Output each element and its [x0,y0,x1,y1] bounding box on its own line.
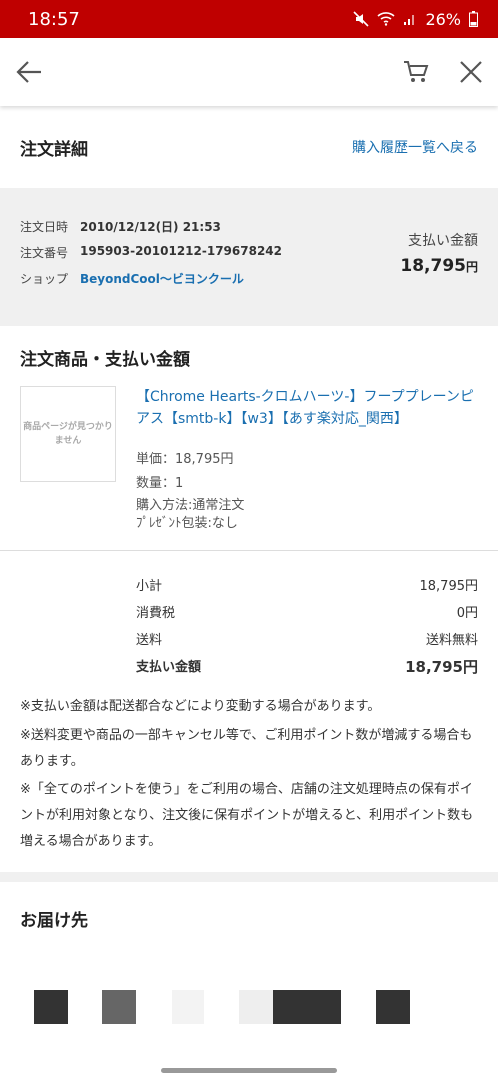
product-quantity: 数量：1 [136,476,184,491]
order-date-label: 注文日時 [20,220,69,234]
subtotal-value: 18,795円 [419,579,479,594]
total-label: 支払い金額 [136,660,202,675]
order-number-label: 注文番号 [20,246,69,260]
products-section-title: 注文商品・支払い金額 [20,350,190,370]
section-gap [0,314,498,326]
page-title: 注文詳細 [20,139,88,160]
product-name-link[interactable]: 【Chrome Hearts-クロムハーツ-】フーププレーンピアス【smtb-k… [136,386,482,430]
signal-icon [404,15,415,25]
cart-icon[interactable] [402,58,430,86]
status-bar: 18:57 26% [0,0,498,38]
tax-row: 消費税 0円 [136,602,478,621]
status-time: 18:57 [28,8,80,30]
order-number-value: 195903-20101212-179678242 [80,244,283,258]
back-arrow-icon[interactable] [14,57,44,87]
shop-link[interactable]: BeyondCool〜ビヨンクール [80,270,244,287]
wifi-icon [377,12,395,26]
tax-label: 消費税 [136,606,176,621]
delivery-section-title: お届け先 [20,911,88,931]
shop-label: ショップ [20,272,69,286]
order-detail-header: 注文詳細 購入履歴一覧へ戻る [0,106,498,188]
home-indicator[interactable] [161,1068,337,1073]
shipping-row: 送料 送料無料 [136,629,478,648]
total-row: 支払い金額 18,795円 [136,656,478,677]
subtotal-row: 小計 18,795円 [136,575,478,594]
note-text: ※「全てのポイントを使う」をご利用の場合、店舗の注文処理時点の保有ポイントが利用… [20,782,474,849]
order-date-value: 2010/12/12(日) 21:53 [80,220,221,234]
battery-percent: 26% [425,9,461,29]
product-unit-price: 単価：18,795円 [136,452,234,467]
purchase-history-link[interactable]: 購入履歴一覧へ戻る [352,137,478,157]
payment-amount-value: 18,795 [400,256,466,276]
payment-amount-label: 支払い金額 [408,233,478,249]
divider [0,550,498,551]
mute-icon [353,11,370,27]
note-text: ※支払い金額は配送都合などにより変動する場合があります。 [20,699,381,714]
shipping-label: 送料 [136,633,163,648]
shipping-value: 送料無料 [425,633,478,648]
battery-icon [469,11,478,27]
close-icon[interactable] [458,59,484,85]
note-text: ※送料変更や商品の一部キャンセル等で、ご利用ポイント数が増減する場合もあります。 [20,728,473,769]
product-purchase-method: 購入方法:通常注文 [136,498,245,513]
app-bar [0,38,498,106]
total-value: 18,795円 [405,658,478,676]
order-info-panel: 注文日時 2010/12/12(日) 21:53 注文番号 195903-20101… [0,188,498,314]
tax-value: 0円 [456,606,478,621]
section-gap [0,872,498,882]
product-gift-wrap: ﾌﾟﾚｾﾞﾝﾄ包装:なし [136,516,238,531]
payment-amount-unit: 円 [465,260,478,274]
product-image-placeholder: 商品ページが見つかりません [20,386,116,482]
subtotal-label: 小計 [136,579,163,594]
